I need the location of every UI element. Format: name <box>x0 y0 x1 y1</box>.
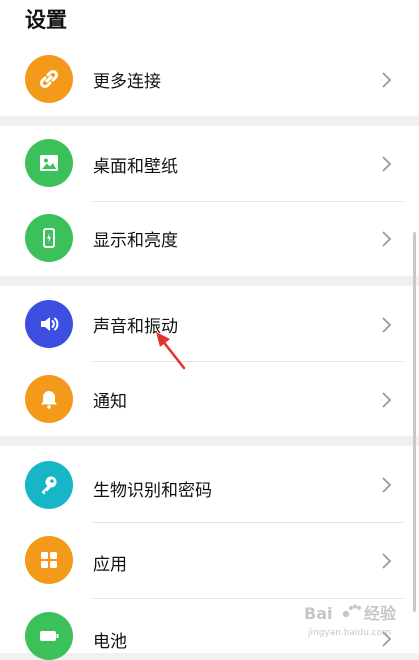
settings-item-label: 桌面和壁纸 <box>93 157 178 177</box>
apps-grid-icon <box>25 536 73 584</box>
chevron-right-icon <box>382 317 392 333</box>
settings-item-battery[interactable]: 电池 <box>0 598 419 660</box>
image-icon <box>25 139 73 187</box>
settings-item-biometrics[interactable]: 生物识别和密码 <box>0 446 419 521</box>
scrollbar[interactable] <box>413 232 416 612</box>
settings-item-more-connections[interactable]: 更多连接 <box>0 42 419 117</box>
chevron-right-icon <box>382 553 392 569</box>
chevron-right-icon <box>382 631 392 647</box>
page-title: 设置 <box>25 8 67 32</box>
settings-item-wallpaper[interactable]: 桌面和壁纸 <box>0 126 419 201</box>
settings-item-display[interactable]: 显示和亮度 <box>0 201 419 276</box>
settings-group-sound-notification: 声音和振动 通知 <box>0 286 419 436</box>
chevron-right-icon <box>382 392 392 408</box>
settings-item-label: 通知 <box>93 392 127 412</box>
chevron-right-icon <box>382 156 392 172</box>
key-icon <box>25 461 73 509</box>
settings-item-label: 更多连接 <box>93 72 161 92</box>
annotation-arrow-icon <box>156 332 186 370</box>
settings-item-notification[interactable]: 通知 <box>0 361 419 436</box>
settings-item-label: 显示和亮度 <box>93 231 178 251</box>
settings-item-label: 生物识别和密码 <box>93 481 212 501</box>
chevron-right-icon <box>382 231 392 247</box>
settings-group-connections: 更多连接 <box>0 40 419 116</box>
settings-item-label: 电池 <box>93 632 127 652</box>
chevron-right-icon <box>382 72 392 88</box>
settings-item-sound[interactable]: 声音和振动 <box>0 286 419 361</box>
settings-item-label: 应用 <box>93 555 127 575</box>
link-icon <box>25 55 73 103</box>
settings-item-apps[interactable]: 应用 <box>0 522 419 597</box>
phone-brightness-icon <box>25 214 73 262</box>
settings-group-display: 桌面和壁纸 显示和亮度 <box>0 126 419 276</box>
speaker-icon <box>25 300 73 348</box>
settings-group-security-apps: 生物识别和密码 应用 电池 <box>0 446 419 660</box>
chevron-right-icon <box>382 477 392 493</box>
bell-icon <box>25 375 73 423</box>
